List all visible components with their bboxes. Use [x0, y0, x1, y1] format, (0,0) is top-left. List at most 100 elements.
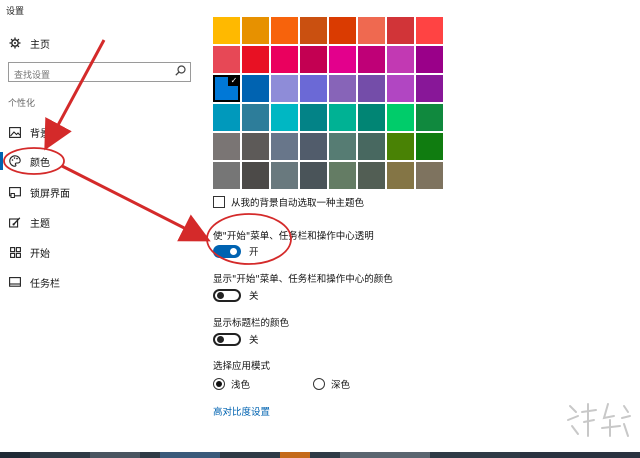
- dark-radio[interactable]: [313, 378, 325, 390]
- color-swatch[interactable]: [329, 17, 356, 44]
- auto-pick-row[interactable]: 从我的背景自动选取一种主题色: [213, 195, 364, 209]
- color-swatch[interactable]: [213, 162, 240, 189]
- color-swatch[interactable]: [387, 104, 414, 131]
- color-swatch[interactable]: [358, 46, 385, 73]
- sidebar-item-label: 开始: [30, 248, 50, 260]
- search-icon[interactable]: [175, 65, 186, 79]
- search-input[interactable]: [9, 67, 169, 85]
- color-swatch[interactable]: [358, 75, 385, 102]
- color-swatch[interactable]: [358, 133, 385, 160]
- show-color-start-toggle[interactable]: [213, 288, 241, 302]
- transparency-toggle[interactable]: [213, 244, 241, 258]
- accent-color-grid: ✓: [213, 17, 443, 189]
- color-swatch[interactable]: [300, 75, 327, 102]
- color-swatch[interactable]: [271, 17, 298, 44]
- color-swatch[interactable]: [213, 104, 240, 131]
- color-swatch[interactable]: [329, 75, 356, 102]
- gear-icon: [8, 36, 22, 50]
- color-swatch[interactable]: [387, 46, 414, 73]
- color-swatch[interactable]: [300, 133, 327, 160]
- transparency-state: 开: [249, 247, 259, 258]
- color-swatch[interactable]: [300, 162, 327, 189]
- color-swatch[interactable]: [416, 17, 443, 44]
- color-swatch[interactable]: [416, 75, 443, 102]
- color-swatch[interactable]: [242, 46, 269, 73]
- sidebar-item-label: 锁屏界面: [30, 188, 70, 200]
- active-indicator: [0, 152, 3, 170]
- sidebar-item-colors[interactable]: 颜色: [8, 152, 50, 170]
- color-swatch[interactable]: [416, 133, 443, 160]
- sidebar-item-taskbar[interactable]: 任务栏: [8, 273, 60, 291]
- color-swatch[interactable]: [271, 104, 298, 131]
- taskbar: [0, 452, 640, 458]
- color-swatch[interactable]: [242, 75, 269, 102]
- transparency-setting: 开: [213, 244, 259, 258]
- color-swatch[interactable]: [416, 162, 443, 189]
- app-mode-dark[interactable]: 深色: [313, 377, 350, 391]
- auto-pick-label: 从我的背景自动选取一种主题色: [231, 198, 365, 209]
- color-swatch[interactable]: [387, 75, 414, 102]
- lock-screen-icon: [8, 185, 22, 199]
- palette-icon: [8, 154, 22, 168]
- window-title: 设置: [6, 7, 25, 17]
- image-icon: [8, 125, 22, 139]
- annotation-arrow-nav: [44, 39, 106, 151]
- color-swatch[interactable]: [271, 133, 298, 160]
- app-mode-light[interactable]: 浅色: [213, 377, 250, 391]
- show-color-start-label: 显示"开始"菜单、任务栏和操作中心的颜色: [213, 274, 393, 285]
- color-swatch[interactable]: [242, 17, 269, 44]
- checkmark-icon: ✓: [228, 75, 240, 86]
- sidebar-item-label: 背景: [30, 128, 50, 140]
- annotation-arrow-toggle: [61, 164, 211, 242]
- color-swatch[interactable]: [358, 104, 385, 131]
- sidebar-item-start[interactable]: 开始: [8, 243, 50, 261]
- color-swatch[interactable]: [271, 75, 298, 102]
- color-swatch[interactable]: [416, 104, 443, 131]
- sidebar-item-label: 任务栏: [30, 278, 60, 290]
- section-label: 个性化: [8, 99, 36, 109]
- show-color-title-setting: 关: [213, 332, 259, 346]
- color-swatch[interactable]: [271, 46, 298, 73]
- color-swatch[interactable]: [300, 17, 327, 44]
- sidebar-item-background[interactable]: 背景: [8, 123, 50, 141]
- color-swatch[interactable]: [213, 17, 240, 44]
- show-color-title-toggle[interactable]: [213, 332, 241, 346]
- color-swatch[interactable]: [213, 46, 240, 73]
- sidebar-item-themes[interactable]: 主题: [8, 213, 50, 231]
- color-swatch[interactable]: [242, 162, 269, 189]
- color-swatch[interactable]: [387, 162, 414, 189]
- taskbar-icon: [8, 275, 22, 289]
- color-swatch[interactable]: [329, 162, 356, 189]
- color-swatch[interactable]: [387, 133, 414, 160]
- color-swatch[interactable]: [242, 133, 269, 160]
- color-swatch[interactable]: [358, 162, 385, 189]
- color-swatch[interactable]: [387, 17, 414, 44]
- auto-pick-checkbox[interactable]: [213, 196, 225, 208]
- nav-home[interactable]: 主页: [8, 34, 50, 52]
- sidebar-item-label: 颜色: [30, 157, 50, 169]
- color-swatch[interactable]: [271, 162, 298, 189]
- nav-home-label: 主页: [30, 39, 50, 51]
- sidebar-item-label: 主题: [30, 218, 50, 230]
- color-swatch[interactable]: [242, 104, 269, 131]
- color-swatch[interactable]: [300, 104, 327, 131]
- light-radio[interactable]: [213, 378, 225, 390]
- show-color-start-state: 关: [249, 291, 259, 302]
- sidebar-item-lock-screen[interactable]: 锁屏界面: [8, 183, 70, 201]
- watermark-logo: [567, 403, 631, 437]
- color-swatch[interactable]: [329, 133, 356, 160]
- search-box[interactable]: [8, 62, 191, 85]
- color-swatch[interactable]: [329, 104, 356, 131]
- color-swatch[interactable]: [358, 17, 385, 44]
- show-color-title-label: 显示标题栏的颜色: [213, 318, 290, 329]
- start-grid-icon: [8, 245, 22, 259]
- app-mode-label: 选择应用模式: [213, 361, 271, 372]
- show-color-title-state: 关: [249, 335, 259, 346]
- light-label: 浅色: [231, 380, 251, 391]
- color-swatch[interactable]: [416, 46, 443, 73]
- color-swatch[interactable]: [329, 46, 356, 73]
- color-swatch[interactable]: ✓: [213, 75, 240, 102]
- color-swatch[interactable]: [213, 133, 240, 160]
- color-swatch[interactable]: [300, 46, 327, 73]
- high-contrast-link[interactable]: 高对比度设置: [213, 404, 270, 418]
